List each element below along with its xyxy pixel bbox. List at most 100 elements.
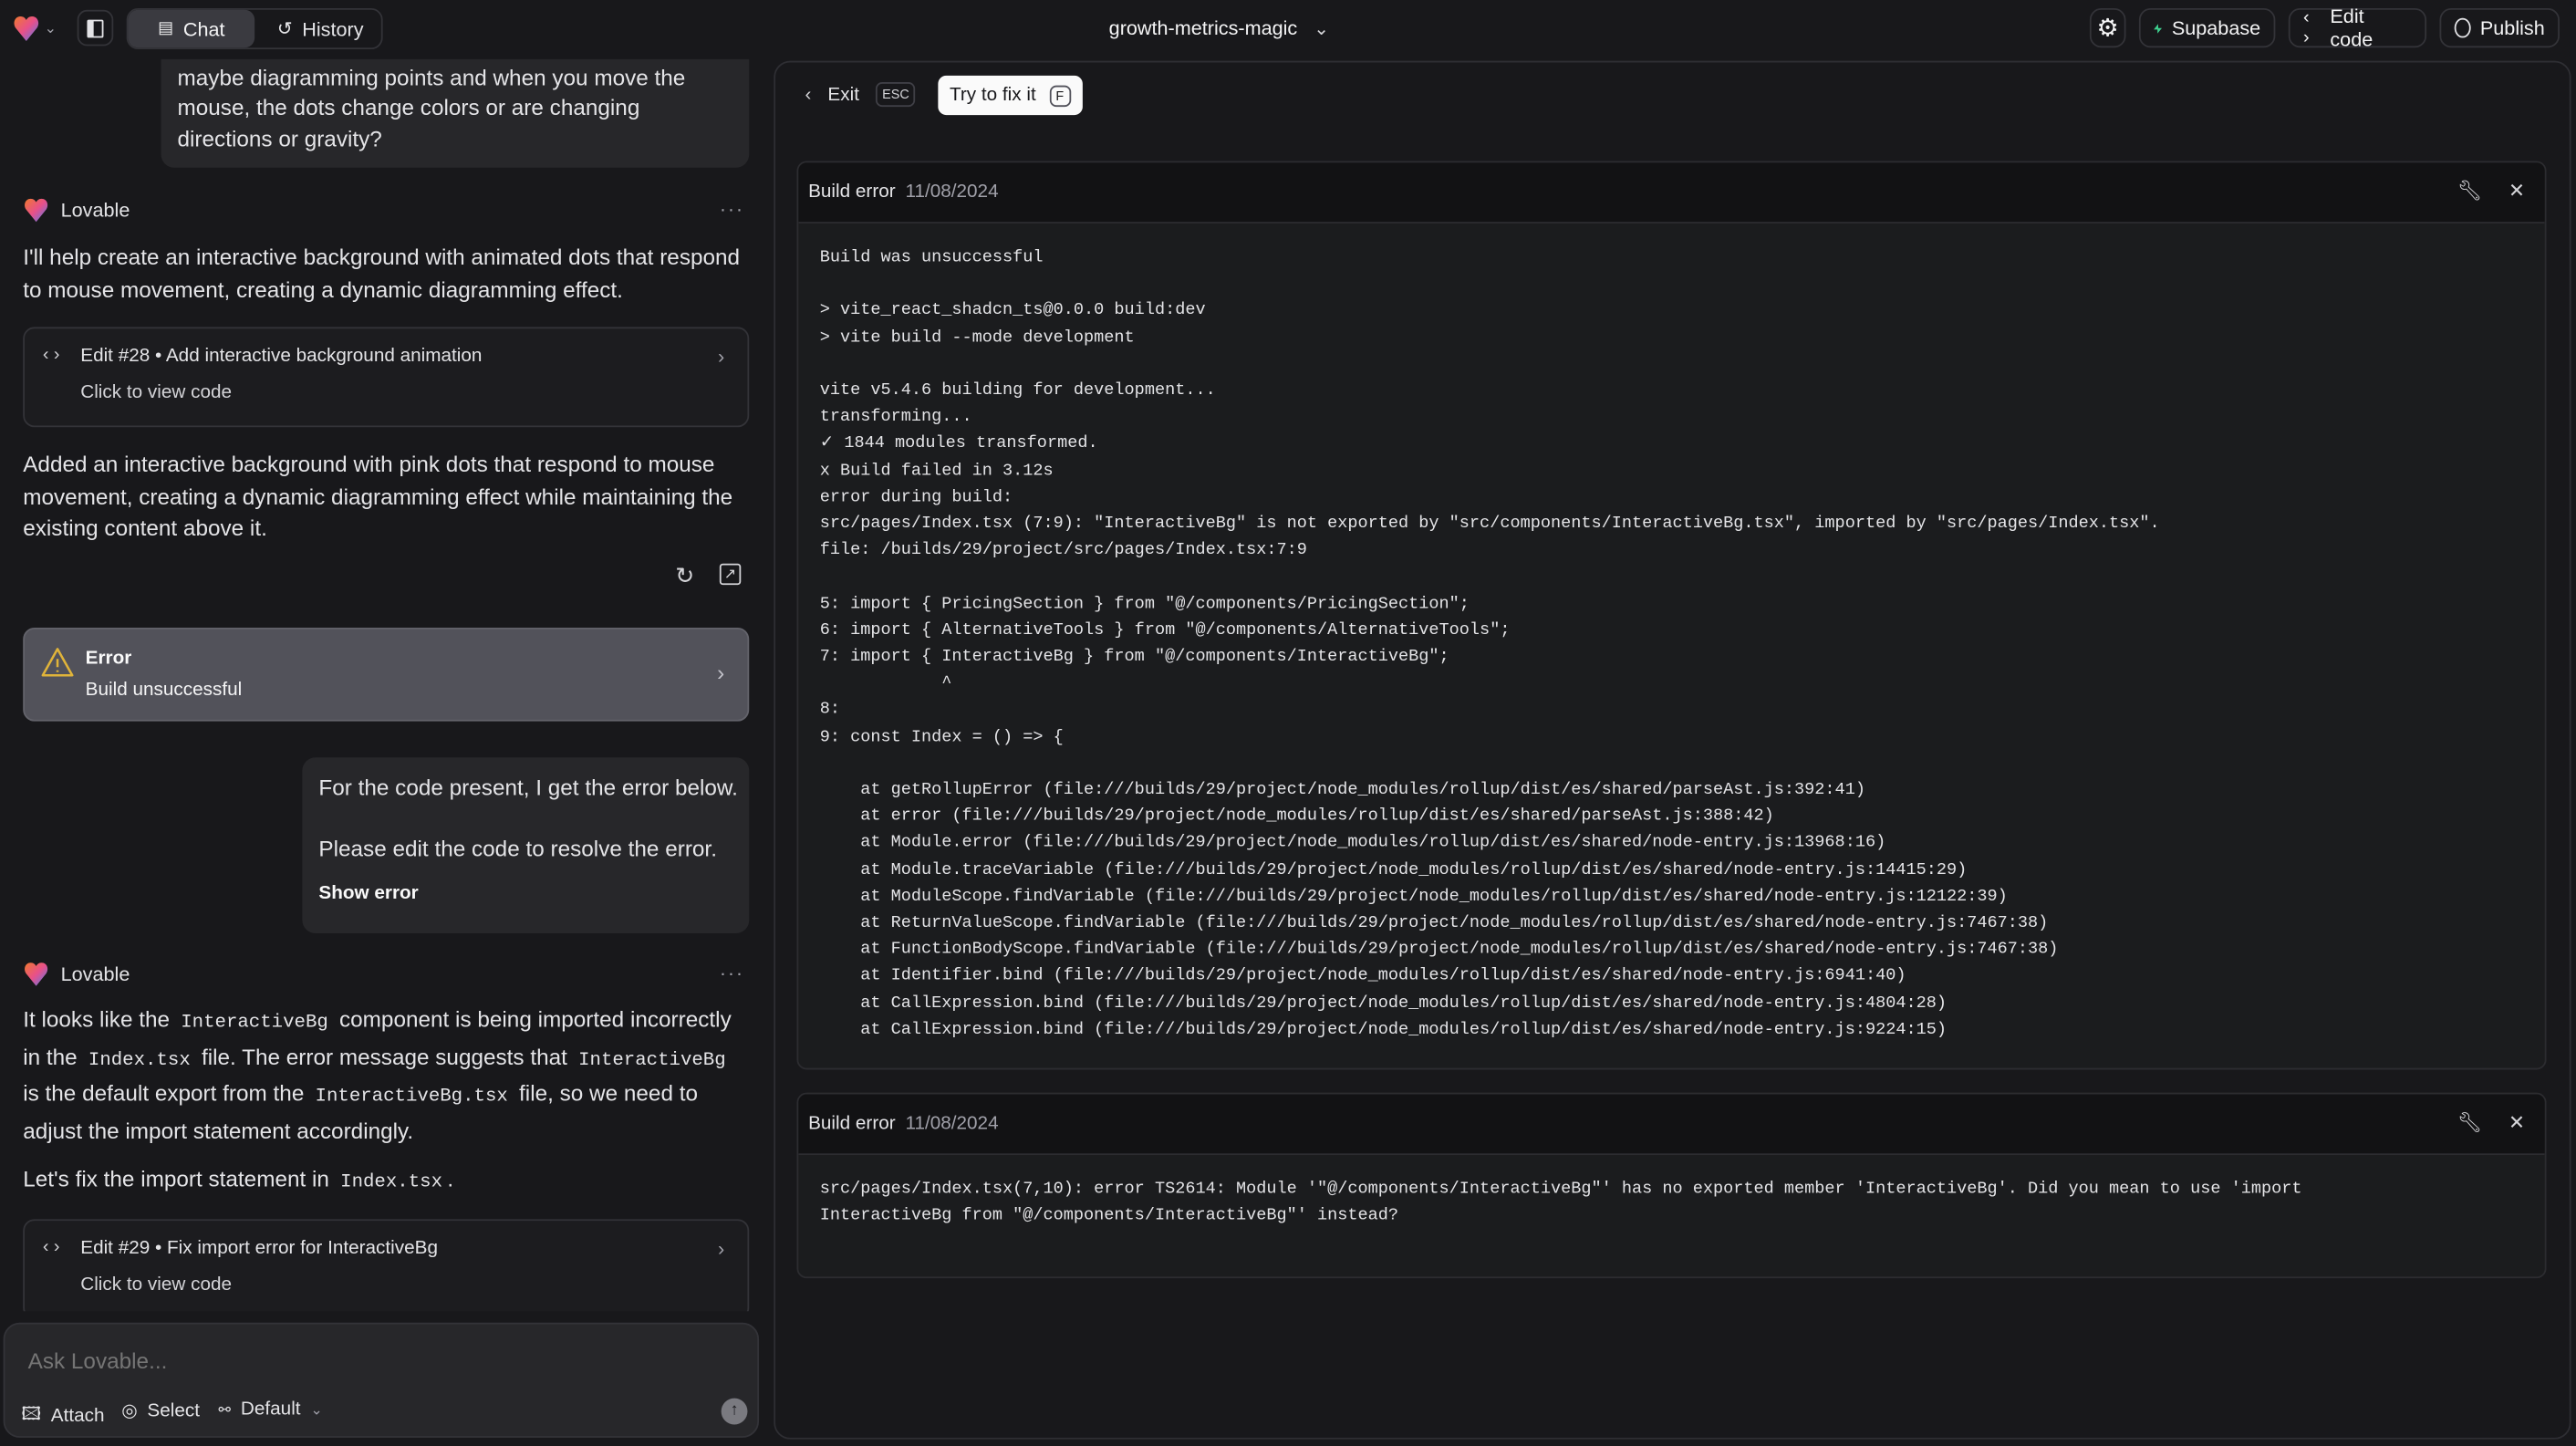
lovable-logo-icon bbox=[25, 962, 48, 986]
assistant-message: It looks like the InteractiveBg componen… bbox=[23, 1007, 732, 1144]
sidebar-icon bbox=[87, 18, 104, 37]
user-message: For the code present, I get the error be… bbox=[302, 757, 750, 933]
assistant-author: Lovable bbox=[23, 962, 130, 988]
tab-chat[interactable]: ▤ Chat bbox=[128, 9, 255, 48]
more-options-icon[interactable]: ··· bbox=[720, 197, 744, 220]
warning-icon bbox=[41, 648, 74, 677]
settings-button[interactable]: ⚙ bbox=[2089, 8, 2126, 48]
error-card[interactable]: Error Build unsuccessful › bbox=[23, 627, 750, 722]
log-line: at Module.error (file:///builds/29/proje… bbox=[819, 833, 1886, 854]
edit-code-button[interactable]: ‹ › Edit code bbox=[2288, 5, 2427, 51]
try-to-fix-button[interactable]: Try to fix it F bbox=[938, 75, 1082, 116]
publish-button[interactable]: Publish bbox=[2439, 8, 2560, 48]
build-error-card: Build error 11/08/2024 🔧︎ ✕ src/pages/Ind… bbox=[796, 1092, 2547, 1279]
chevron-right-icon: › bbox=[718, 345, 725, 369]
lovable-logo-icon bbox=[14, 16, 39, 42]
log-line: 7: import { InteractiveBg } from "@/comp… bbox=[819, 647, 1449, 668]
log-line: transforming... bbox=[819, 407, 972, 428]
log-line: at Identifier.bind (file:///builds/29/pr… bbox=[819, 966, 1906, 987]
build-error-card: Build error 11/08/2024 🔧︎ ✕ Build was uns… bbox=[796, 161, 2547, 1070]
chevron-down-icon: ⌄ bbox=[1314, 18, 1329, 39]
log-line: src/pages/Index.tsx (7:9): "InteractiveB… bbox=[819, 514, 2160, 535]
assistant-message: Let's fix the import statement in Index.… bbox=[23, 1166, 454, 1193]
wrench-icon[interactable]: 🔧︎ bbox=[2457, 1110, 2482, 1133]
project-switcher[interactable]: growth-metrics-magic ⌄ bbox=[1109, 16, 1329, 39]
log-line: error during build: bbox=[819, 487, 1013, 508]
shortcut-badge: ESC bbox=[875, 82, 917, 108]
globe-icon bbox=[2454, 17, 2471, 38]
assistant-message: Added an interactive background with pin… bbox=[23, 452, 733, 541]
logo-menu[interactable]: ⌄ bbox=[13, 15, 57, 43]
log-line: Build was unsuccessful bbox=[819, 247, 1044, 268]
code-icon: ‹ › bbox=[42, 1237, 60, 1257]
target-icon: ◎ bbox=[121, 1401, 138, 1421]
view-tabs: ▤ Chat ↺ History bbox=[126, 8, 383, 50]
chevron-left-icon: ‹ bbox=[805, 84, 812, 105]
log-line: at CallExpression.bind (file:///builds/2… bbox=[819, 1020, 1947, 1040]
card-header: Build error 11/08/2024 🔧︎ ✕ bbox=[798, 162, 2545, 224]
chat-icon: ▤ bbox=[158, 19, 174, 38]
log-line: 5: import { PricingSection } from "@/com… bbox=[819, 594, 1470, 614]
user-message: maybe diagramming points and when you mo… bbox=[161, 58, 750, 168]
log-line: InteractiveBg from "@/components/Interac… bbox=[819, 1206, 1399, 1226]
image-attach-icon: 🖾 bbox=[21, 1404, 41, 1425]
log-line: > vite_react_shadcn_ts@0.0.0 build:dev bbox=[819, 301, 1206, 321]
log-line: ^ bbox=[819, 673, 952, 694]
log-line: x Build failed in 3.12s bbox=[819, 461, 1054, 481]
assistant-message: I'll help create an interactive backgrou… bbox=[23, 244, 741, 302]
log-line: at ModuleScope.findVariable (file:///bui… bbox=[819, 887, 2008, 907]
edit-card[interactable]: ‹ › Edit #28 • Add interactive backgroun… bbox=[23, 327, 750, 428]
log-line: at CallExpression.bind (file:///builds/2… bbox=[819, 993, 1947, 1014]
select-button[interactable]: ◎ Select bbox=[121, 1399, 200, 1421]
lovable-logo-icon bbox=[25, 198, 48, 223]
chevron-down-icon: ⌄ bbox=[310, 1400, 323, 1418]
chat-input[interactable] bbox=[25, 1340, 722, 1380]
log-line: ✓ 1844 modules transformed. bbox=[819, 434, 1098, 454]
card-header: Build error 11/08/2024 🔧︎ ✕ bbox=[798, 1094, 2545, 1156]
show-error-link[interactable]: Show error bbox=[318, 884, 418, 904]
supabase-button[interactable]: Supabase bbox=[2138, 8, 2276, 48]
log-line: file: /builds/29/project/src/pages/Index… bbox=[819, 540, 1307, 561]
log-line: at getRollupError (file:///builds/29/pro… bbox=[819, 780, 1865, 801]
code-icon: ‹ › bbox=[2303, 8, 2310, 48]
restore-icon[interactable]: ↻ bbox=[675, 562, 694, 590]
assistant-author: Lovable bbox=[23, 197, 130, 224]
log-line: 6: import { AlternativeTools } from "@/c… bbox=[819, 620, 1511, 641]
close-icon[interactable]: ✕ bbox=[2508, 179, 2525, 202]
send-button[interactable]: ↑ bbox=[721, 1398, 748, 1425]
log-line: 8: bbox=[819, 700, 851, 721]
toggle-sidebar-button[interactable] bbox=[77, 9, 114, 47]
shortcut-badge: F bbox=[1049, 84, 1071, 107]
gear-icon: ⚙ bbox=[2096, 15, 2119, 43]
chevron-right-icon: › bbox=[718, 1237, 725, 1261]
log-line: at Module.traceVariable (file:///builds/… bbox=[819, 860, 1968, 880]
edit-card[interactable]: ‹ › Edit #29 • Fix import error for Inte… bbox=[23, 1219, 750, 1312]
log-line: at ReturnValueScope.findVariable (file:/… bbox=[819, 913, 2049, 933]
more-options-icon[interactable]: ··· bbox=[720, 962, 744, 984]
app-window: ⌄ ▤ Chat ↺ History growth-metrics-magic ⌄ … bbox=[0, 0, 2576, 1446]
log-line: src/pages/Index.tsx(7,10): error TS2614:… bbox=[819, 1180, 2302, 1200]
tab-history[interactable]: ↺ History bbox=[260, 10, 381, 47]
chevron-down-icon: ⌄ bbox=[44, 19, 57, 36]
log-line: > vite build --mode development bbox=[819, 328, 1135, 348]
chevron-right-icon: › bbox=[717, 661, 725, 686]
code-icon: ‹ › bbox=[42, 345, 60, 365]
sliders-icon: ⚯ bbox=[218, 1400, 232, 1418]
log-line: at error (file:///builds/29/project/node… bbox=[819, 806, 1774, 827]
wrench-icon[interactable]: 🔧︎ bbox=[2457, 179, 2482, 202]
log-line: 9: const Index = () => { bbox=[819, 727, 1064, 747]
log-line: at FunctionBodyScope.findVariable (file:… bbox=[819, 940, 2059, 961]
supabase-icon bbox=[2154, 23, 2163, 33]
open-external-icon[interactable]: ↗ bbox=[719, 563, 742, 586]
mode-dropdown[interactable]: ⚯ Default ⌄ bbox=[219, 1399, 323, 1420]
exit-button[interactable]: ‹ Exit ESC bbox=[805, 82, 917, 108]
close-icon[interactable]: ✕ bbox=[2508, 1110, 2525, 1133]
log-line: vite v5.4.6 building for development... bbox=[819, 380, 1216, 401]
chat-composer: 🖾Attach ◎Select ⚯Default⌄ ↑ bbox=[3, 1322, 760, 1438]
chat-thread: maybe diagramming points and when you mo… bbox=[0, 58, 765, 1312]
history-icon: ↺ bbox=[276, 19, 293, 40]
attach-button[interactable]: 🖾 Attach bbox=[21, 1399, 104, 1430]
